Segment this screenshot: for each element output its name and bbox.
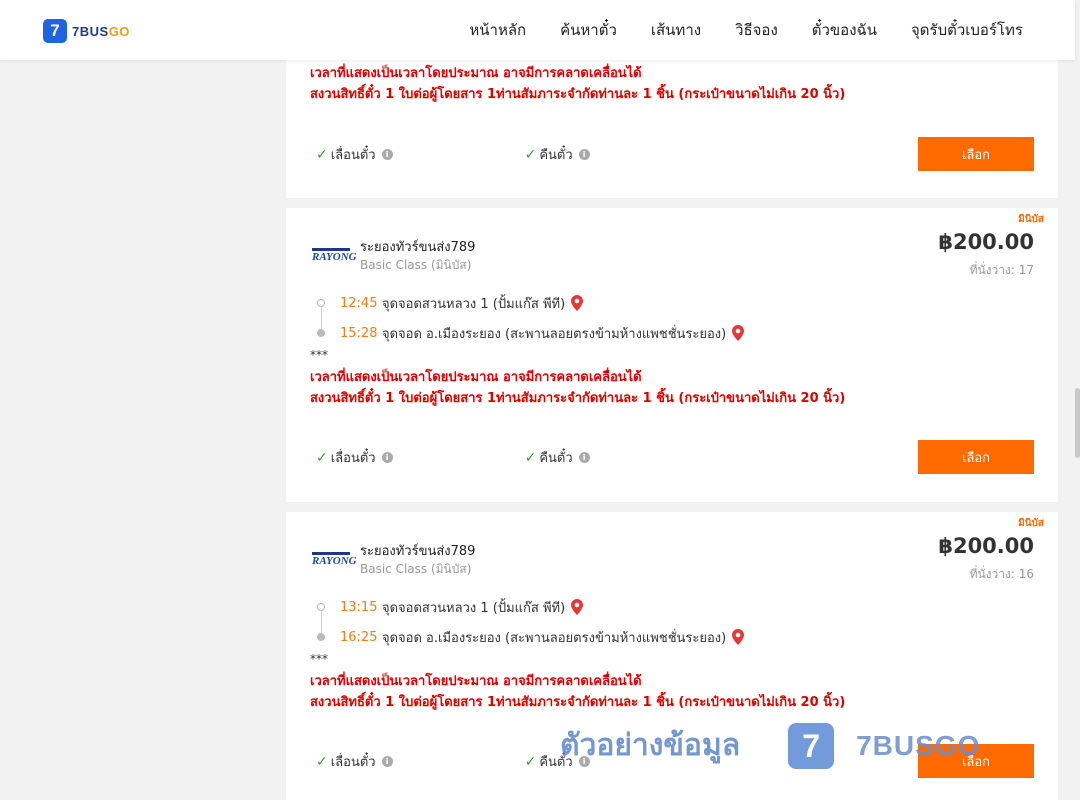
operator-name: ระยองทัวร์ขนส่ง789 <box>360 544 476 559</box>
depart-place: จุดจอดสวนหลวง 1 (ปั้มแก๊ส พีที) <box>382 296 566 312</box>
arrive-dot-icon <box>317 329 325 337</box>
nav-how-to-book[interactable]: วิธีจอง <box>735 18 778 42</box>
trip-features: ✓ เลื่อนตั๋ว i ✓ คืนตั๋ว i <box>316 751 590 772</box>
bus-type-tag: มินิบัส <box>1018 518 1044 529</box>
info-icon[interactable]: i <box>381 756 393 767</box>
trip-features: ✓ เลื่อนตั๋ว i ✓ คืนตั๋ว i <box>316 144 590 165</box>
arrival-stop: 16:25 จุดจอด อ.เมืองระยอง (สะพานลอยตรงข้… <box>316 622 916 652</box>
trip-features: ✓ เลื่อนตั๋ว i ✓ คืนตั๋ว i <box>316 447 590 468</box>
feature-change: ✓ เลื่อนตั๋ว i <box>316 144 393 165</box>
check-icon: ✓ <box>524 449 537 466</box>
nav-my-tickets[interactable]: ตั๋วของฉัน <box>812 18 877 42</box>
depart-dot-icon <box>317 603 325 611</box>
notice-line-2: สงวนสิทธิ์ตั๋ว 1 ใบต่อผู้โดยสาร 1ท่านสัม… <box>310 695 846 710</box>
logo-mark-icon: 7 <box>43 19 67 43</box>
feature-refund: ✓ คืนตั๋ว i <box>525 447 590 468</box>
feature-refund: ✓ คืนตั๋ว i <box>525 144 590 165</box>
logo-text: 7BUSGO <box>72 23 130 39</box>
check-icon: ✓ <box>316 753 328 770</box>
site-logo[interactable]: 7 7BUSGO <box>43 19 130 43</box>
check-icon: ✓ <box>316 449 328 466</box>
arrive-time: 15:28 <box>340 325 378 341</box>
main-nav: หน้าหลัก ค้นหาตั๋ว เส้นทาง วิธีจอง ตั๋วข… <box>469 0 1023 60</box>
info-icon[interactable]: i <box>381 452 393 463</box>
notice-line-2: สงวนสิทธิ์ตั๋ว 1 ใบต่อผู้โดยสาร 1ท่านสัม… <box>310 391 846 406</box>
note-stars: *** <box>310 348 328 362</box>
info-icon[interactable]: i <box>578 149 590 160</box>
map-pin-icon[interactable] <box>732 629 745 645</box>
seats-available: ที่นั่งว่าง: 16 <box>969 567 1034 581</box>
depart-time: 13:15 <box>340 599 378 615</box>
bus-class: Basic Class (มินิบัส) <box>360 562 472 576</box>
operator-logo: RAYONG <box>312 546 357 570</box>
bus-type-tag: มินิบัส <box>1018 214 1044 225</box>
note-stars: *** <box>310 652 328 666</box>
notice-line-1: เวลาที่แสดงเป็นเวลาโดยประมาณ อาจมีการคลา… <box>310 674 642 689</box>
feature-refund: ✓ คืนตั๋ว i <box>525 751 590 772</box>
feature-change: ✓ เลื่อนตั๋ว i <box>316 447 393 468</box>
notice-line-1: เวลาที่แสดงเป็นเวลาโดยประมาณ อาจมีการคลา… <box>310 370 642 385</box>
map-pin-icon[interactable] <box>732 325 745 341</box>
depart-time: 12:45 <box>340 295 378 311</box>
page-scrollbar[interactable] <box>1075 0 1080 800</box>
feature-change: ✓ เลื่อนตั๋ว i <box>316 751 393 772</box>
info-icon[interactable]: i <box>578 452 590 463</box>
select-button[interactable]: เลือก <box>918 137 1034 171</box>
map-pin-icon[interactable] <box>571 295 584 311</box>
nav-search-ticket[interactable]: ค้นหาตั๋ว <box>560 18 617 42</box>
notice-line-2: สงวนสิทธิ์ตั๋ว 1 ใบต่อผู้โดยสาร 1ท่านสัม… <box>310 87 846 102</box>
departure-stop: 13:15 จุดจอดสวนหลวง 1 (ปั้มแก๊ส พีที) <box>316 592 916 622</box>
ticket-price: ฿200.00 <box>938 230 1034 254</box>
arrive-place: จุดจอด อ.เมืองระยอง (สะพานลอยตรงข้ามห้าง… <box>382 630 727 646</box>
nav-home[interactable]: หน้าหลัก <box>469 18 526 42</box>
select-button[interactable]: เลือก <box>918 744 1034 778</box>
arrive-place: จุดจอด อ.เมืองระยอง (สะพานลอยตรงข้ามห้าง… <box>382 326 727 342</box>
info-icon[interactable]: i <box>578 756 590 767</box>
trip-card: มินิบัส RAYONG ระยองทัวร์ขนส่ง789 Basic … <box>286 208 1058 502</box>
arrive-time: 16:25 <box>340 629 378 645</box>
depart-place: จุดจอดสวนหลวง 1 (ปั้มแก๊ส พีที) <box>382 600 566 616</box>
top-header: 7 7BUSGO หน้าหลัก ค้นหาตั๋ว เส้นทาง วิธี… <box>0 0 1075 60</box>
departure-stop: 12:45 จุดจอดสวนหลวง 1 (ปั้มแก๊ส พีที) <box>316 288 916 318</box>
info-icon[interactable]: i <box>381 149 393 160</box>
operator-logo: RAYONG <box>312 242 357 266</box>
operator-name: ระยองทัวร์ขนส่ง789 <box>360 240 476 255</box>
route-stops: 13:15 จุดจอดสวนหลวง 1 (ปั้มแก๊ส พีที) 16… <box>316 592 916 652</box>
map-pin-icon[interactable] <box>571 599 584 615</box>
notice-line-1: เวลาที่แสดงเป็นเวลาโดยประมาณ อาจมีการคลา… <box>310 66 642 81</box>
scrollbar-thumb[interactable] <box>1075 388 1080 458</box>
route-stops: 12:45 จุดจอดสวนหลวง 1 (ปั้มแก๊ส พีที) 15… <box>316 288 916 348</box>
arrival-stop: 15:28 จุดจอด อ.เมืองระยอง (สะพานลอยตรงข้… <box>316 318 916 348</box>
trip-card: มินิบัส RAYONG ระยองทัวร์ขนส่ง789 Basic … <box>286 512 1058 800</box>
check-icon: ✓ <box>316 146 328 163</box>
nav-ticket-pickup[interactable]: จุดรับตั๋วเบอร์โทร <box>911 18 1023 42</box>
seats-available: ที่นั่งว่าง: 17 <box>969 263 1034 277</box>
depart-dot-icon <box>317 299 325 307</box>
arrive-dot-icon <box>317 633 325 641</box>
check-icon: ✓ <box>524 753 537 770</box>
select-button[interactable]: เลือก <box>918 440 1034 474</box>
check-icon: ✓ <box>524 146 537 163</box>
nav-routes[interactable]: เส้นทาง <box>651 18 701 42</box>
bus-class: Basic Class (มินิบัส) <box>360 258 472 272</box>
ticket-price: ฿200.00 <box>938 534 1034 558</box>
